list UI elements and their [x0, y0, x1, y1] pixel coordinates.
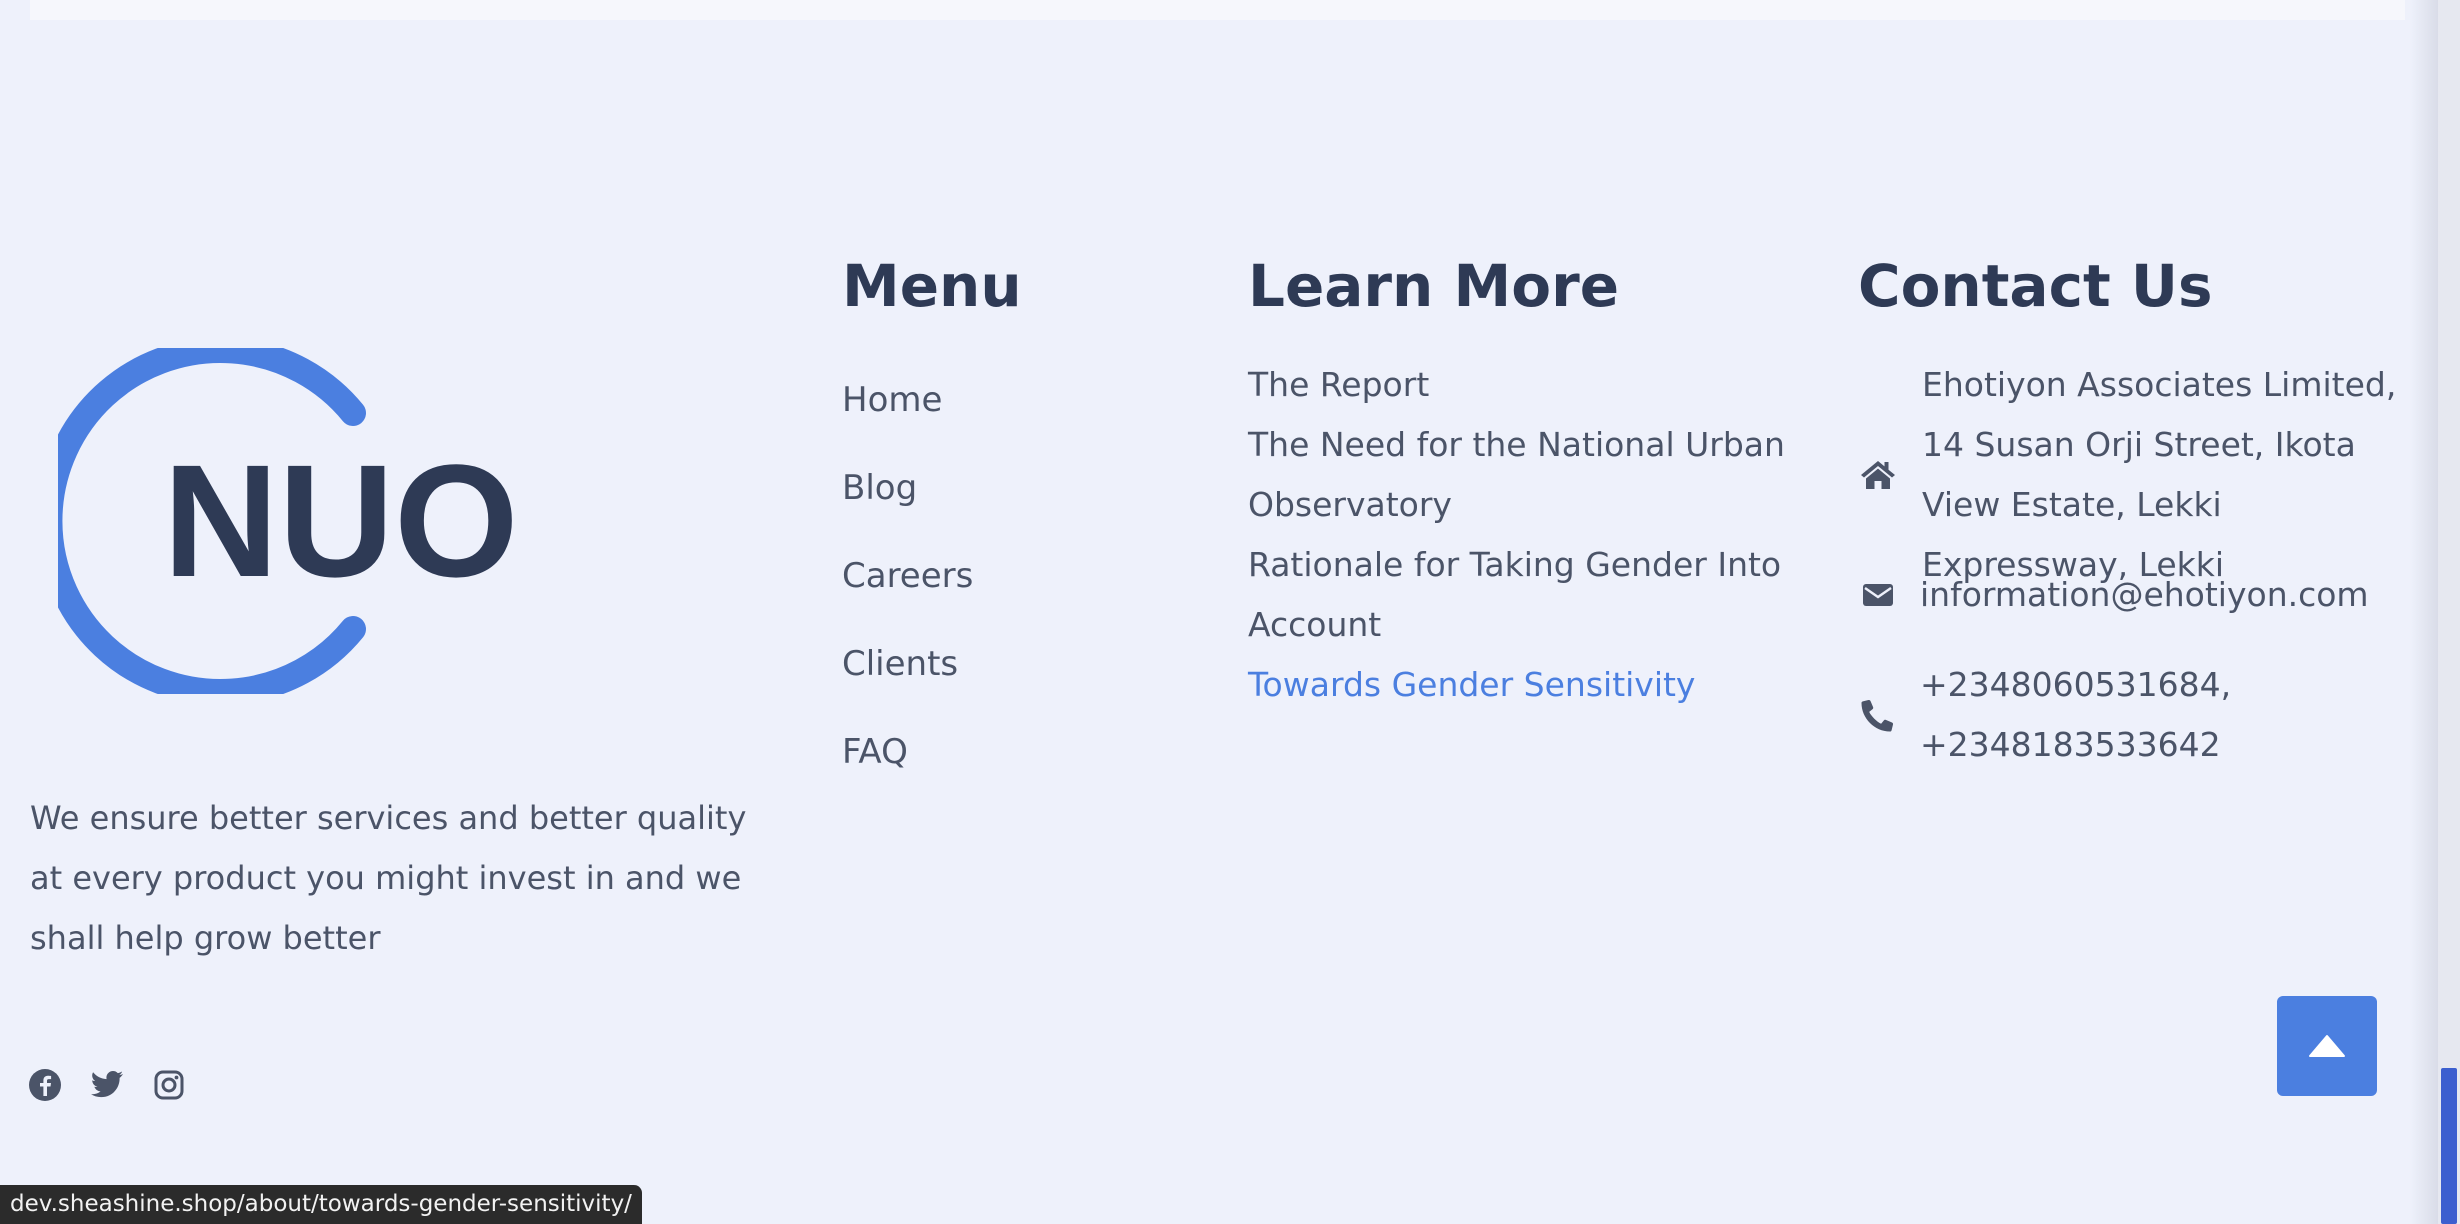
phone-text[interactable]: +2348060531684, +2348183533642 — [1920, 655, 2260, 775]
envelope-icon — [1858, 582, 1898, 608]
phone-icon — [1858, 698, 1898, 732]
nuo-logo[interactable]: NUO — [58, 348, 608, 694]
menu-link-careers[interactable]: Careers — [842, 548, 973, 636]
menu-link-home[interactable]: Home — [842, 372, 973, 460]
caret-up-icon — [2309, 1035, 2345, 1057]
page-edge-shadow — [2410, 0, 2438, 1224]
contact-email: information@ehotiyon.com — [1858, 565, 2369, 625]
scrollbar-track[interactable] — [2438, 0, 2460, 1224]
twitter-icon[interactable] — [90, 1068, 124, 1102]
home-icon — [1858, 459, 1898, 491]
footer-about-text: We ensure better services and better qua… — [30, 799, 747, 957]
scrollbar-thumb[interactable] — [2441, 1068, 2457, 1224]
logo-wordmark: NUO — [163, 431, 519, 610]
menu-link-blog[interactable]: Blog — [842, 460, 973, 548]
email-text[interactable]: information@ehotiyon.com — [1920, 565, 2369, 625]
learn-more-heading: Learn More — [1248, 252, 1620, 320]
link-status-bar: dev.sheashine.shop/about/towards-gender-… — [0, 1185, 642, 1224]
instagram-icon[interactable] — [152, 1068, 186, 1102]
learn-link-the-report[interactable]: The Report — [1248, 355, 1828, 415]
menu-heading: Menu — [842, 252, 1022, 320]
footer-menu-list: Home Blog Careers Clients FAQ — [842, 372, 973, 812]
learn-link-gender-rationale[interactable]: Rationale for Taking Gender Into Account — [1248, 535, 1828, 655]
learn-more-list: The Report The Need for the National Urb… — [1248, 355, 1828, 715]
address-text: Ehotiyon Associates Limited, 14 Susan Or… — [1922, 365, 2397, 584]
learn-link-urban-observatory[interactable]: The Need for the National Urban Observat… — [1248, 415, 1828, 535]
facebook-icon[interactable] — [28, 1068, 62, 1102]
contact-phone: +2348060531684, +2348183533642 — [1858, 655, 2260, 775]
contact-heading: Contact Us — [1858, 252, 2213, 320]
content-card-bottom — [30, 0, 2405, 20]
menu-link-faq[interactable]: FAQ — [842, 724, 973, 812]
contact-address: Ehotiyon Associates Limited, 14 Susan Or… — [1858, 355, 2402, 595]
learn-link-gender-sensitivity[interactable]: Towards Gender Sensitivity — [1248, 655, 1828, 715]
back-to-top-button[interactable] — [2277, 996, 2377, 1096]
menu-link-clients[interactable]: Clients — [842, 636, 973, 724]
